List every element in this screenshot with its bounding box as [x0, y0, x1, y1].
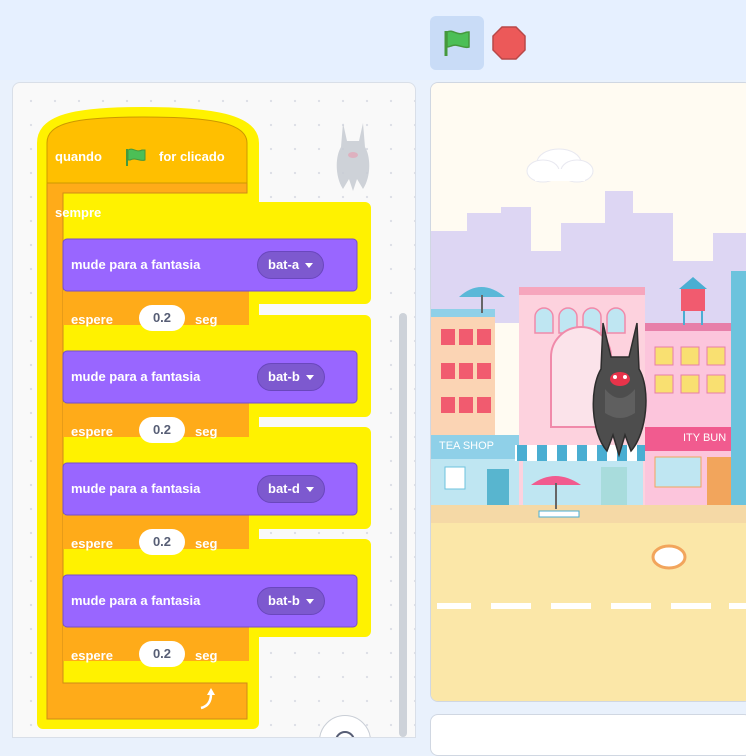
green-flag-icon	[444, 30, 470, 56]
forever-label: sempre	[55, 205, 102, 220]
green-flag-button[interactable]	[430, 16, 484, 70]
wait-input[interactable]: 0.2	[139, 305, 185, 331]
wait-unit: seg	[195, 424, 218, 439]
wait-unit: seg	[195, 648, 218, 663]
code-area-scrollbar[interactable]	[399, 313, 407, 737]
costume-dropdown[interactable]: bat-b	[257, 587, 325, 615]
stage-toolbar	[0, 0, 746, 80]
wait-label: espere	[71, 424, 113, 439]
costume-label: mude para a fantasia	[71, 593, 201, 608]
costume-value: bat-d	[268, 481, 300, 496]
costume-label: mude para a fantasia	[71, 481, 201, 496]
chevron-down-icon	[305, 598, 314, 604]
costume-dropdown[interactable]: bat-a	[257, 251, 325, 279]
wait-input[interactable]: 0.2	[139, 529, 185, 555]
stop-button[interactable]	[492, 26, 526, 65]
zoom-in-button[interactable]	[319, 715, 371, 737]
chevron-down-icon	[305, 374, 314, 380]
costume-label: mude para a fantasia	[71, 257, 201, 272]
stop-icon	[492, 26, 526, 60]
chevron-down-icon	[305, 486, 314, 492]
wait-label: espere	[71, 648, 113, 663]
costume-value: bat-b	[268, 369, 300, 384]
zoom-in-icon	[335, 731, 355, 737]
wait-unit: seg	[195, 536, 218, 551]
costume-value: bat-b	[268, 593, 300, 608]
costume-label: mude para a fantasia	[71, 369, 201, 384]
wait-input[interactable]: 0.2	[139, 641, 185, 667]
wait-label: espere	[71, 536, 113, 551]
costume-value: bat-a	[268, 257, 300, 272]
wait-input[interactable]: 0.2	[139, 417, 185, 443]
code-area[interactable]: quando for clicado sempre mude para a fa…	[12, 82, 416, 738]
hat-green-flag-icon	[126, 148, 146, 166]
chevron-down-icon	[305, 262, 314, 268]
sprite-info-pane	[430, 714, 746, 756]
hat-label-when: quando	[55, 149, 102, 164]
bun-shop-sign: ITY BUN	[683, 432, 727, 444]
stage-backdrop	[431, 83, 746, 701]
wait-label: espere	[71, 312, 113, 327]
hat-label-clicked: for clicado	[159, 149, 225, 164]
sprite-thumbnail-icon	[336, 123, 370, 191]
costume-dropdown[interactable]: bat-b	[257, 363, 325, 391]
tea-shop-sign: TEA SHOP	[439, 440, 495, 452]
costume-dropdown[interactable]: bat-d	[257, 475, 325, 503]
stage[interactable]: TEA SHOP ITY BUN	[430, 82, 746, 702]
wait-unit: seg	[195, 312, 218, 327]
